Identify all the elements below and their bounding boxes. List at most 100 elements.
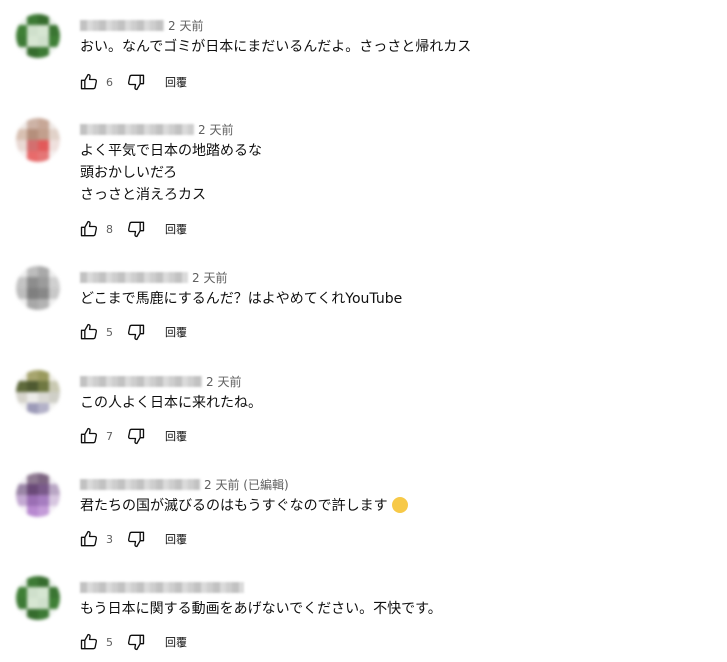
avatar-pixel xyxy=(27,151,38,162)
avatar-pixel xyxy=(27,140,38,151)
avatar-pixel xyxy=(16,266,27,277)
avatar[interactable] xyxy=(16,473,60,517)
avatar-pixel xyxy=(27,277,38,288)
avatar-pixel xyxy=(16,14,27,25)
comment-meta: 2 天前 xyxy=(80,120,233,138)
avatar-pixel xyxy=(49,288,60,299)
avatar-pixel xyxy=(49,609,60,620)
thumbs-up-icon[interactable] xyxy=(78,218,100,240)
thumbs-down-icon[interactable] xyxy=(125,218,147,240)
avatar-pixel xyxy=(49,277,60,288)
thumbs-down-icon[interactable] xyxy=(125,425,147,447)
avatar-pixel xyxy=(27,118,38,129)
avatar-pixel xyxy=(38,25,49,36)
avatar-pixel xyxy=(16,506,27,517)
author-name-blurred[interactable] xyxy=(80,123,194,135)
comment-meta: 2 天前 xyxy=(80,372,241,390)
comment-actions: 5 回覆 xyxy=(78,630,187,654)
comment-meta: 2 天前 (已編輯) xyxy=(80,475,289,493)
reply-button[interactable]: 回覆 xyxy=(165,634,187,650)
avatar-pixel xyxy=(38,392,49,403)
comment-text: どこまで馬鹿にするんだ？はよやめてくれYouTube xyxy=(80,291,403,307)
avatar-pixel xyxy=(27,587,38,598)
avatar-pixel xyxy=(16,47,27,58)
avatar-pixel xyxy=(27,47,38,58)
like-count: 6 xyxy=(106,75,113,89)
avatar-pixel xyxy=(27,576,38,587)
reply-button[interactable]: 回覆 xyxy=(165,324,187,340)
laughing-face-emoji-icon xyxy=(392,497,409,513)
thumbs-up-icon[interactable] xyxy=(78,528,100,550)
avatar-pixel xyxy=(38,36,49,47)
author-name-blurred[interactable] xyxy=(80,581,244,593)
thumbs-up-icon[interactable] xyxy=(78,321,100,343)
avatar-pixel xyxy=(49,14,60,25)
avatar-pixel xyxy=(27,392,38,403)
avatar-pixel xyxy=(16,392,27,403)
avatar-pixel xyxy=(38,484,49,495)
reply-button[interactable]: 回覆 xyxy=(165,74,187,90)
avatar[interactable] xyxy=(16,118,60,162)
author-name-blurred[interactable] xyxy=(80,271,188,283)
reply-button[interactable]: 回覆 xyxy=(165,531,187,547)
comment-time: 2 天前 xyxy=(198,122,234,137)
comment-actions: 3 回覆 xyxy=(78,527,187,551)
avatar-pixel xyxy=(16,403,27,414)
thumbs-up-icon[interactable] xyxy=(78,71,100,93)
comment-text: おい。なんでゴミが日本にまだいるんだよ。さっさと帰れカス xyxy=(80,39,472,55)
avatar-pixel xyxy=(27,381,38,392)
avatar-pixel xyxy=(38,14,49,25)
thumbs-up-icon[interactable] xyxy=(78,425,100,447)
avatar-pixel xyxy=(38,129,49,140)
avatar-pixel xyxy=(38,370,49,381)
thumbs-down-icon[interactable] xyxy=(125,631,147,653)
avatar-pixel xyxy=(27,598,38,609)
author-name-blurred[interactable] xyxy=(80,375,202,387)
comment-actions: 6 回覆 xyxy=(78,70,187,94)
avatar-pixel xyxy=(27,495,38,506)
avatar-pixel xyxy=(16,473,27,484)
thumbs-up-icon[interactable] xyxy=(78,631,100,653)
avatar-pixel xyxy=(49,403,60,414)
avatar-pixel xyxy=(38,495,49,506)
comment-time: 2 天前 (已編輯) xyxy=(204,477,289,492)
comment-actions: 5 回覆 xyxy=(78,320,187,344)
comment-text: 君たちの国が滅びるのはもうすぐなので許します xyxy=(80,495,409,517)
like-count: 5 xyxy=(106,325,113,339)
avatar-pixel xyxy=(49,129,60,140)
avatar-pixel xyxy=(49,370,60,381)
avatar-pixel xyxy=(16,609,27,620)
avatar[interactable] xyxy=(16,576,60,620)
thumbs-down-icon[interactable] xyxy=(125,71,147,93)
avatar-pixel xyxy=(49,47,60,58)
avatar-pixel xyxy=(27,129,38,140)
reply-button[interactable]: 回覆 xyxy=(165,221,187,237)
avatar-pixel xyxy=(27,403,38,414)
reply-button[interactable]: 回覆 xyxy=(165,428,187,444)
comment-meta: 2 天前 xyxy=(80,16,203,34)
thumbs-down-icon[interactable] xyxy=(125,528,147,550)
like-count: 7 xyxy=(106,429,113,443)
avatar-pixel xyxy=(38,587,49,598)
avatar-pixel xyxy=(38,118,49,129)
avatar-pixel xyxy=(27,266,38,277)
avatar-pixel xyxy=(38,47,49,58)
avatar-pixel xyxy=(38,151,49,162)
avatar[interactable] xyxy=(16,266,60,310)
avatar-pixel xyxy=(27,484,38,495)
author-name-blurred[interactable] xyxy=(80,478,200,490)
avatar-pixel xyxy=(16,576,27,587)
avatar[interactable] xyxy=(16,14,60,58)
avatar-pixel xyxy=(49,473,60,484)
avatar-pixel xyxy=(16,495,27,506)
comment-text: もう日本に関する動画をあげないでください。不快です。 xyxy=(80,601,442,617)
avatar[interactable] xyxy=(16,370,60,414)
avatar-pixel xyxy=(49,36,60,47)
avatar-pixel xyxy=(38,506,49,517)
avatar-pixel xyxy=(27,506,38,517)
avatar-pixel xyxy=(49,576,60,587)
avatar-pixel xyxy=(16,587,27,598)
avatar-pixel xyxy=(38,299,49,310)
thumbs-down-icon[interactable] xyxy=(125,321,147,343)
author-name-blurred[interactable] xyxy=(80,19,164,31)
